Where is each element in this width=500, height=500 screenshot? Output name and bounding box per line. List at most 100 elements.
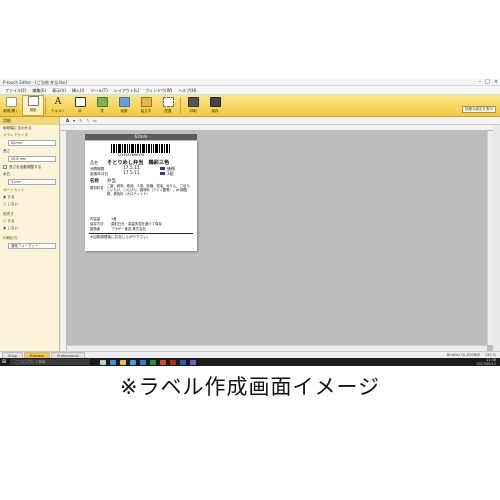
label-divider: [89, 233, 193, 234]
checkbox-box: [3, 165, 7, 169]
ribbon-divider: [180, 97, 181, 114]
format-toolbar: A ▾ ↖ ∖ ▭: [60, 117, 500, 125]
margin-input[interactable]: 3 mm: [8, 179, 56, 185]
ribbon-image-button[interactable]: 画像: [113, 95, 135, 116]
ingredients-value: ご飯、鶏肉、鶏卵、人参、砂糖、醤油、みりん、ごぼう、しいたけ、いんげん、調味料（…: [107, 184, 193, 197]
menu-edit[interactable]: 編集(E): [32, 86, 46, 94]
maximize-button[interactable]: □: [485, 79, 490, 86]
auto-length-checkbox[interactable]: 長さを自動調整する: [0, 164, 59, 171]
menu-layout[interactable]: レイアウト(L): [114, 86, 139, 94]
system-tray-clock[interactable]: 11:36 2017/05/11: [476, 358, 496, 366]
menu-file[interactable]: ファイル(F): [5, 86, 26, 94]
panel-header: 用紙: [0, 117, 59, 125]
powerpoint-icon[interactable]: [160, 359, 166, 365]
dropdown-arrow-icon[interactable]: ▾: [73, 118, 75, 123]
ribbon-arrange-button[interactable]: 配置: [157, 95, 179, 116]
word-icon[interactable]: [180, 359, 186, 365]
symbol-icon: [140, 97, 152, 107]
edge-icon[interactable]: [110, 359, 116, 365]
ribbon-frame-button[interactable]: 枠: [69, 95, 91, 116]
print-format-select[interactable]: 通常フォーマット: [8, 243, 56, 249]
menu-window[interactable]: ウィンドウ(W): [145, 86, 172, 94]
shape-tool-icon[interactable]: ▭: [93, 118, 97, 123]
maker-value: ブラザー食品 株式会社: [111, 227, 146, 231]
ribbon-table-button[interactable]: 表: [91, 95, 113, 116]
ingredients-key: 原材料名: [90, 186, 104, 190]
horizontal-ruler: [61, 125, 493, 131]
minimize-button[interactable]: –: [479, 79, 482, 86]
explorer-icon[interactable]: [120, 359, 126, 365]
property-panel: 用紙 用紙幅に合わせる メディアサイズ 62mm 長さ 59.8 mm 長さを自…: [0, 117, 60, 351]
store-icon[interactable]: [130, 359, 136, 365]
ptouch-icon[interactable]: [190, 359, 196, 365]
media-size-select[interactable]: 62mm: [8, 140, 56, 146]
quantity-flag-icon: [160, 172, 165, 175]
ribbon-divider: [45, 97, 46, 114]
menu-tools[interactable]: ツール(T): [90, 86, 108, 94]
category-key: 名称: [90, 179, 99, 184]
close-button[interactable]: ×: [494, 79, 498, 86]
manufacture-date-key: 製造年月日: [90, 172, 108, 176]
vertical-label: 縦書き: [3, 212, 14, 216]
product-name-key: 品名: [90, 160, 98, 165]
length-input[interactable]: 59.8 mm: [8, 156, 56, 162]
table-icon: [96, 97, 108, 107]
line-tool-icon[interactable]: ∖: [86, 118, 89, 123]
menu-insert[interactable]: 挿入(I): [72, 86, 84, 94]
show-advanced-settings-button[interactable]: 詳細な設定を表示: [462, 106, 496, 113]
ribbon-paper-button[interactable]: 用紙: [22, 95, 44, 116]
image-icon: [118, 97, 130, 107]
mail-icon[interactable]: [140, 359, 146, 365]
acrobat-icon[interactable]: [170, 359, 176, 365]
windows-start-icon[interactable]: ⊞: [0, 358, 8, 366]
autocut-on-radio[interactable]: ◉ する: [0, 194, 59, 201]
vertical-off-radio[interactable]: ◉ しない: [0, 225, 59, 232]
frame-icon: [74, 97, 86, 107]
product-name-value: そとりめし弁当 鶏彩三色: [107, 160, 170, 166]
arrow-tool-icon[interactable]: ↖: [79, 118, 82, 123]
vertical-ruler: [61, 131, 67, 351]
ribbon-symbol-button[interactable]: 絵文字: [135, 95, 157, 116]
clock-date: 2017/05/11: [476, 362, 496, 366]
excel-icon[interactable]: [150, 359, 156, 365]
save-icon: [209, 97, 221, 107]
arrange-icon: [162, 97, 174, 107]
label-width-indicator: 62mm: [85, 134, 197, 140]
length-label: 長さ: [3, 149, 11, 153]
label-preview[interactable]: 1234567890128 品名 そとりめし弁当 鶏彩三色 消費期限 17.5.…: [85, 141, 197, 251]
menu-bar: ファイル(F) 編集(E) 表示(V) 挿入(I) ツール(T) レイアウト(L…: [0, 86, 500, 95]
quantity-label: 1個: [167, 171, 174, 176]
paper-icon: [27, 96, 39, 106]
manufacture-date-value: 17.5.11: [123, 171, 140, 176]
allergy-note: ※加熱調理後にお召し上がり下さい。: [90, 235, 151, 239]
ribbon-text-button[interactable]: A テキスト: [47, 95, 69, 116]
menu-view[interactable]: 表示(V): [52, 86, 66, 94]
ribbon-save-button[interactable]: 保存: [204, 95, 226, 116]
taskbar-apps: [100, 359, 196, 365]
app-screenshot: P-touch Editor - [ご当地 弁当.lbx] – □ × ファイル…: [0, 79, 500, 366]
status-bar: Snap Express Professional Brother QL-820…: [0, 351, 500, 359]
windows-taskbar: ⊞ ここに入力して検索 11:36 2017/05/11: [0, 358, 500, 366]
window-controls: – □ ×: [479, 79, 498, 86]
vertical-scrollbar[interactable]: [487, 131, 493, 345]
barcode-number: 1234567890128: [117, 153, 145, 157]
vertical-on-radio[interactable]: ○ する: [0, 218, 59, 225]
print-icon: [187, 97, 199, 107]
ribbon-new-open-button[interactable]: 新規/開く: [0, 95, 22, 116]
window-title: P-touch Editor - [ご当地 弁当.lbx]: [3, 80, 67, 85]
task-view-icon[interactable]: [100, 359, 106, 365]
font-color-icon[interactable]: A: [66, 118, 69, 123]
ribbon-print-button[interactable]: 印刷: [182, 95, 204, 116]
new-document-icon: [5, 97, 17, 107]
image-caption: ※ラベル作成画面イメージ: [119, 375, 381, 399]
autocut-off-radio[interactable]: ○ しない: [0, 201, 59, 208]
text-icon: A: [54, 97, 62, 107]
taskbar-search-input[interactable]: ここに入力して検索: [10, 359, 90, 365]
price-flag-icon: [160, 167, 165, 170]
maker-key: 製造者: [90, 227, 101, 231]
ribbon-toolbar: 新規/開く 用紙 A テキスト 枠 表 画像 絵文字 配置 印刷 保存 詳細な設…: [0, 95, 500, 117]
print-format-label: 印刷形式: [3, 236, 18, 240]
layout-canvas[interactable]: 62mm 1234567890128 品名 そとりめし弁当 鶏彩三色 消費期限: [61, 125, 493, 351]
menu-help[interactable]: ヘルプ(H): [178, 86, 196, 94]
margin-label: 余白: [3, 172, 11, 176]
